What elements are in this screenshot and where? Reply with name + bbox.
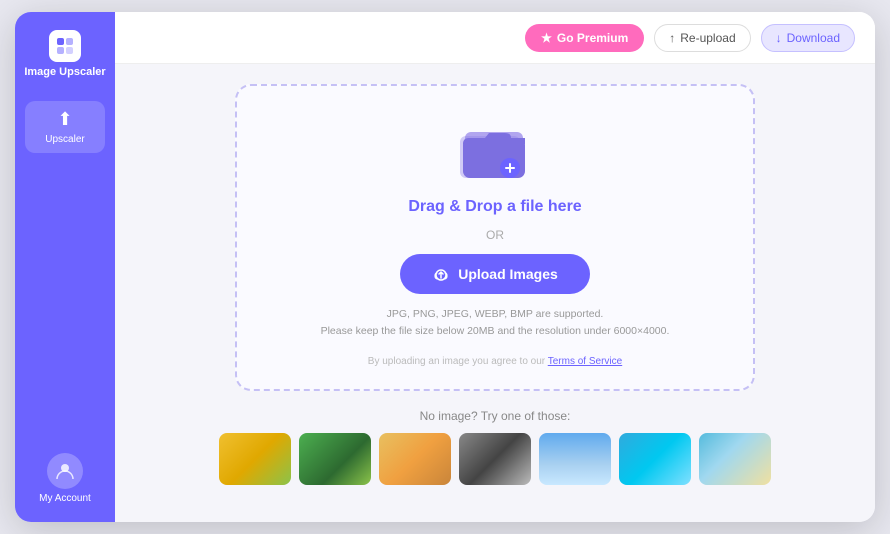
- drag-drop-text: Drag & Drop a file here: [408, 198, 581, 216]
- folder-icon: [455, 116, 535, 186]
- download-icon: ↓: [776, 31, 782, 45]
- thumb-inner: [699, 433, 771, 485]
- upload-cloud-icon: [432, 265, 450, 283]
- star-icon: ★: [541, 31, 552, 45]
- go-premium-button[interactable]: ★ Go Premium: [525, 24, 644, 52]
- thumb-inner: [299, 433, 371, 485]
- sidebar-item-upscaler[interactable]: ⬆ Upscaler: [25, 101, 105, 153]
- content-area: Drag & Drop a file here OR Upload Images…: [115, 64, 875, 522]
- thumb-inner: [459, 433, 531, 485]
- thumb-inner: [619, 433, 691, 485]
- reupload-button[interactable]: ↑ Re-upload: [654, 24, 750, 52]
- sidebar: Image Upscaler ⬆ Upscaler My Account: [15, 12, 115, 522]
- download-button[interactable]: ↓ Download: [761, 24, 855, 52]
- sample-thumb-surf[interactable]: [619, 433, 691, 485]
- thumb-inner: [379, 433, 451, 485]
- upload-images-button[interactable]: Upload Images: [400, 254, 590, 294]
- app-name: Image Upscaler: [24, 66, 105, 79]
- my-account-label: My Account: [39, 493, 91, 504]
- app-logo: Image Upscaler: [24, 30, 105, 79]
- sample-thumb-sunflower[interactable]: [219, 433, 291, 485]
- samples-label: No image? Try one of those:: [420, 409, 571, 423]
- thumb-inner: [539, 433, 611, 485]
- sample-thumb-beach[interactable]: [699, 433, 771, 485]
- samples-section: No image? Try one of those:: [155, 409, 835, 485]
- upload-hint: JPG, PNG, JPEG, WEBP, BMP are supported.…: [321, 306, 670, 340]
- upscaler-icon: ⬆: [57, 109, 72, 130]
- main-content: ★ Go Premium ↑ Re-upload ↓ Download: [115, 12, 875, 522]
- sidebar-nav: ⬆ Upscaler: [15, 101, 115, 153]
- sidebar-upscaler-label: Upscaler: [45, 134, 84, 145]
- sample-thumb-man[interactable]: [299, 433, 371, 485]
- app-window: Image Upscaler ⬆ Upscaler My Account ★ G…: [15, 12, 875, 522]
- samples-row: [219, 433, 771, 485]
- avatar[interactable]: [47, 453, 83, 489]
- logo-icon: [49, 30, 81, 62]
- header: ★ Go Premium ↑ Re-upload ↓ Download: [115, 12, 875, 64]
- sample-thumb-sky[interactable]: [539, 433, 611, 485]
- dropzone[interactable]: Drag & Drop a file here OR Upload Images…: [235, 84, 755, 391]
- or-text: OR: [486, 228, 504, 242]
- sidebar-bottom: My Account: [39, 453, 91, 504]
- tos-link[interactable]: Terms of Service: [548, 356, 622, 367]
- sample-thumb-woman[interactable]: [379, 433, 451, 485]
- tos-text: By uploading an image you agree to our T…: [368, 356, 622, 367]
- sample-thumb-bw[interactable]: [459, 433, 531, 485]
- reupload-icon: ↑: [669, 31, 675, 45]
- thumb-inner: [219, 433, 291, 485]
